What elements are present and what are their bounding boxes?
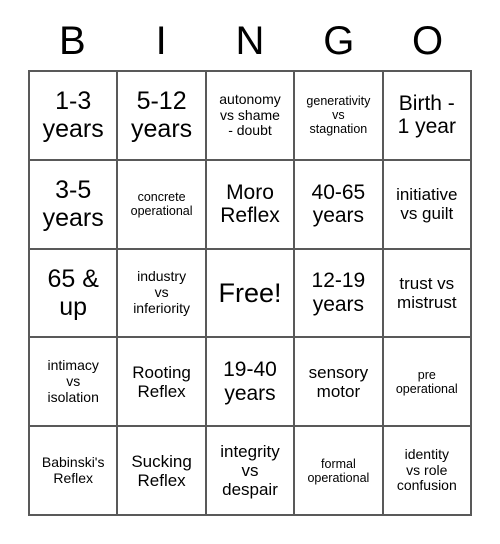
- bingo-cell[interactable]: autonomy vs shame - doubt: [206, 72, 296, 161]
- bingo-cell-label: 5-12 years: [131, 87, 193, 144]
- bingo-cell-label: identity vs role confusion: [396, 446, 457, 494]
- bingo-cell[interactable]: 3-5 years: [30, 160, 119, 250]
- bingo-cell[interactable]: 19-40 years: [206, 338, 296, 428]
- bingo-cell[interactable]: formal operational: [295, 427, 384, 516]
- bingo-cell-label: 65 & up: [47, 264, 99, 321]
- bingo-cell[interactable]: sensory motor: [295, 338, 384, 428]
- bingo-cell-label: intimacy vs isolation: [47, 357, 99, 405]
- bingo-cell[interactable]: integrity vs despair: [206, 427, 296, 516]
- bingo-cell[interactable]: 65 & up: [30, 249, 119, 339]
- bingo-cell-label: 19-40 years: [223, 358, 277, 405]
- bingo-cell-label: Babinski's Reflex: [41, 453, 105, 486]
- bingo-cell-label: 40-65 years: [311, 180, 366, 228]
- bingo-cell-label: Free!: [218, 277, 282, 308]
- bingo-cell-label: Birth - 1 year: [397, 91, 456, 139]
- bingo-cell-label: integrity vs despair: [220, 442, 280, 500]
- bingo-cell[interactable]: 1-3 years: [30, 72, 119, 161]
- bingo-header-letter-o: O: [412, 19, 444, 63]
- bingo-cell[interactable]: trust vs mistrust: [383, 249, 472, 339]
- bingo-cell-label: industry vs inferiority: [133, 268, 190, 316]
- bingo-cell[interactable]: concrete operational: [118, 160, 207, 250]
- bingo-cell-label: Rooting Reflex: [132, 362, 191, 401]
- bingo-cell[interactable]: initiative vs guilt: [383, 160, 472, 250]
- bingo-cell[interactable]: industry vs inferiority: [118, 249, 207, 339]
- bingo-cell[interactable]: pre operational: [383, 338, 472, 428]
- bingo-cell[interactable]: generativity vs stagnation: [295, 72, 384, 161]
- bingo-card: B I N G O 1-3 years 5-12 years autonomy vs sha…: [28, 14, 472, 516]
- bingo-cell[interactable]: 5-12 years: [118, 72, 207, 161]
- bingo-cell[interactable]: Moro Reflex: [206, 160, 296, 250]
- bingo-header-letter-i: I: [155, 19, 167, 63]
- bingo-cell[interactable]: intimacy vs isolation: [30, 338, 119, 428]
- bingo-cell-label: trust vs mistrust: [397, 273, 457, 312]
- bingo-cell-label: 1-3 years: [42, 87, 104, 144]
- bingo-cell-label: Sucking Reflex: [131, 451, 192, 490]
- bingo-cell-label: generativity vs stagnation: [306, 94, 371, 137]
- bingo-header-letter-n: N: [235, 19, 265, 63]
- bingo-cell[interactable]: Birth - 1 year: [383, 72, 472, 161]
- bingo-cell-label: sensory motor: [308, 362, 369, 401]
- bingo-header-letter-g: G: [323, 19, 355, 63]
- bingo-cell-label: Moro Reflex: [220, 180, 280, 228]
- bingo-cell-label: formal operational: [307, 456, 370, 485]
- bingo-cell-label: initiative vs guilt: [396, 185, 458, 224]
- bingo-grid: 1-3 years 5-12 years autonomy vs shame - d…: [28, 70, 472, 516]
- bingo-cell-label: autonomy vs shame - doubt: [219, 90, 281, 139]
- bingo-cell[interactable]: Sucking Reflex: [118, 427, 207, 516]
- bingo-cell-label: 3-5 years: [42, 176, 104, 233]
- bingo-cell[interactable]: Babinski's Reflex: [30, 427, 119, 516]
- bingo-cell[interactable]: 40-65 years: [295, 160, 384, 250]
- bingo-cell-label: concrete operational: [130, 190, 193, 219]
- bingo-cell[interactable]: identity vs role confusion: [383, 427, 472, 516]
- bingo-header-row: BINGO: [28, 14, 472, 70]
- bingo-cell-label: 12-19 years: [311, 269, 366, 316]
- bingo-header-letter-b: B: [59, 19, 86, 63]
- bingo-cell[interactable]: 12-19 years: [295, 249, 384, 339]
- bingo-cell-label: pre operational: [395, 367, 458, 396]
- bingo-cell[interactable]: Rooting Reflex: [118, 338, 207, 428]
- bingo-free-space[interactable]: Free!: [206, 249, 296, 339]
